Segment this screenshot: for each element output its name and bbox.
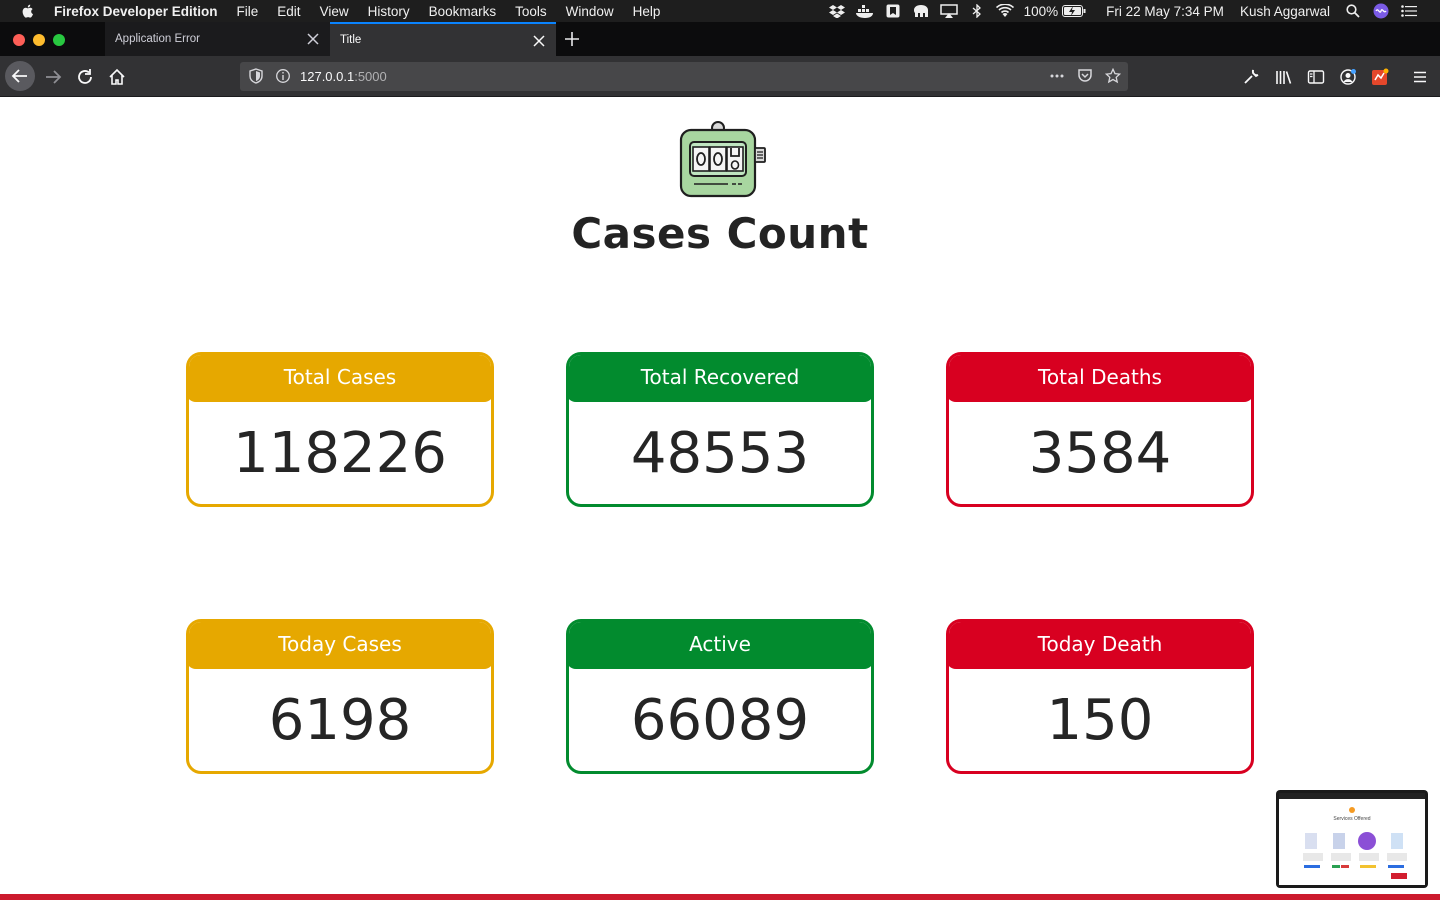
- browser-tab-strip: Application Error Title: [0, 22, 1440, 56]
- airplay-icon[interactable]: [939, 4, 958, 18]
- menu-bar-status-area: 100% Fri 22 May 7:34 PM Kush Aggarwal: [828, 0, 1440, 22]
- tab-label: Title: [340, 34, 362, 46]
- back-button[interactable]: [5, 61, 35, 91]
- battery-icon[interactable]: [1062, 4, 1086, 18]
- thumbnail-title: Services Offered: [1333, 816, 1371, 822]
- page-title: Cases Count: [571, 209, 869, 258]
- home-icon: [109, 68, 125, 85]
- extension-icon: [1372, 68, 1389, 85]
- stat-card-total-recovered: Total Recovered 48553: [566, 352, 874, 507]
- forward-arrow-icon: [46, 70, 62, 84]
- apple-logo-icon[interactable]: [20, 3, 36, 19]
- battery-percentage: 100%: [1023, 3, 1059, 19]
- home-button[interactable]: [103, 63, 131, 91]
- spotlight-search-icon[interactable]: [1344, 4, 1362, 18]
- card-header: Total Cases: [189, 355, 491, 402]
- page-actions-icon[interactable]: [1049, 68, 1065, 84]
- site-info-icon[interactable]: [275, 68, 291, 84]
- window-minimize-button[interactable]: [33, 34, 45, 46]
- sidebar-toggle-button[interactable]: [1302, 63, 1330, 91]
- page-bottom-border: [0, 894, 1440, 900]
- library-icon: [1276, 71, 1292, 84]
- thumbnail-logo-icon: [1349, 807, 1355, 813]
- card-value: 6198: [268, 688, 412, 753]
- card-value: 48553: [630, 421, 810, 486]
- stat-card-today-death: Today Death 150: [946, 619, 1254, 774]
- tab-label: Application Error: [115, 33, 201, 45]
- close-tab-icon[interactable]: [306, 32, 320, 46]
- dropbox-icon[interactable]: [828, 4, 846, 18]
- page-content: Cases Count Total Cases 118226 Total Rec…: [0, 97, 1440, 900]
- menu-bookmarks[interactable]: Bookmarks: [429, 4, 497, 19]
- bookmark-star-icon[interactable]: [1105, 68, 1121, 84]
- card-value: 118226: [233, 421, 447, 486]
- menu-help[interactable]: Help: [633, 4, 661, 19]
- open-menu-button[interactable]: [1406, 63, 1434, 91]
- menu-edit[interactable]: Edit: [277, 4, 300, 19]
- new-tab-icon[interactable]: [563, 30, 581, 48]
- card-header: Total Deaths: [949, 355, 1251, 402]
- back-arrow-icon: [11, 69, 27, 83]
- tab-title[interactable]: Title: [330, 22, 556, 56]
- thumbnail-browser-chrome: [1279, 793, 1425, 799]
- close-tab-icon[interactable]: [532, 34, 546, 48]
- menu-file[interactable]: File: [237, 4, 259, 19]
- counter-logo-icon: [679, 121, 766, 198]
- developer-tools-button[interactable]: [1237, 63, 1265, 91]
- menu-tools[interactable]: Tools: [515, 4, 547, 19]
- card-value: 150: [1046, 688, 1154, 753]
- card-header: Total Recovered: [569, 355, 871, 402]
- menu-bar-clock[interactable]: Fri 22 May 7:34 PM: [1106, 4, 1224, 19]
- tracking-protection-shield-icon[interactable]: [248, 68, 264, 84]
- card-header: Today Death: [949, 622, 1251, 669]
- sidebar-icon: [1307, 70, 1325, 84]
- bookmark-app-icon[interactable]: [884, 4, 902, 18]
- docker-icon[interactable]: [855, 4, 874, 18]
- reload-icon: [78, 69, 92, 84]
- stat-card-today-cases: Today Cases 6198: [186, 619, 494, 774]
- menu-bar-user[interactable]: Kush Aggarwal: [1240, 4, 1330, 19]
- bluetooth-icon[interactable]: [968, 4, 986, 18]
- library-button[interactable]: [1270, 63, 1298, 91]
- account-icon: [1340, 69, 1356, 85]
- card-header: Today Cases: [189, 622, 491, 669]
- url-host: 127.0.0.1: [300, 69, 355, 84]
- elephant-icon[interactable]: [912, 4, 930, 18]
- extension-button[interactable]: [1366, 63, 1394, 91]
- stat-card-total-cases: Total Cases 118226: [186, 352, 494, 507]
- card-value: 66089: [630, 688, 810, 753]
- wifi-icon[interactable]: [995, 4, 1014, 18]
- card-value: 3584: [1028, 421, 1172, 486]
- card-header: Active: [569, 622, 871, 669]
- navigation-toolbar: 127.0.0.1:5000: [0, 56, 1440, 97]
- menu-app-name[interactable]: Firefox Developer Edition: [54, 4, 218, 19]
- pocket-icon[interactable]: [1077, 68, 1093, 84]
- account-button[interactable]: [1334, 63, 1362, 91]
- menu-view[interactable]: View: [320, 4, 349, 19]
- address-bar[interactable]: 127.0.0.1:5000: [240, 62, 1128, 91]
- siri-icon[interactable]: [1372, 3, 1390, 19]
- wrench-icon: [1244, 69, 1259, 84]
- notification-center-icon[interactable]: [1400, 4, 1418, 18]
- reload-button[interactable]: [71, 63, 99, 91]
- menu-window[interactable]: Window: [566, 4, 614, 19]
- stat-card-total-deaths: Total Deaths 3584: [946, 352, 1254, 507]
- thumbnail-services-preview: [1303, 832, 1407, 879]
- thumbnail-content: Services Offered: [1279, 793, 1425, 885]
- tab-application-error[interactable]: Application Error: [105, 22, 331, 56]
- forward-button[interactable]: [39, 63, 67, 91]
- url-text[interactable]: 127.0.0.1:5000: [300, 69, 387, 84]
- window-maximize-button[interactable]: [53, 34, 65, 46]
- stat-card-active: Active 66089: [566, 619, 874, 774]
- menu-history[interactable]: History: [368, 4, 410, 19]
- url-port: :5000: [354, 69, 387, 84]
- window-close-button[interactable]: [13, 34, 25, 46]
- hamburger-menu-icon: [1414, 71, 1426, 83]
- macos-menu-bar: Firefox Developer Edition File Edit View…: [0, 0, 1440, 22]
- screenshot-preview-thumbnail[interactable]: Services Offered: [1276, 790, 1428, 888]
